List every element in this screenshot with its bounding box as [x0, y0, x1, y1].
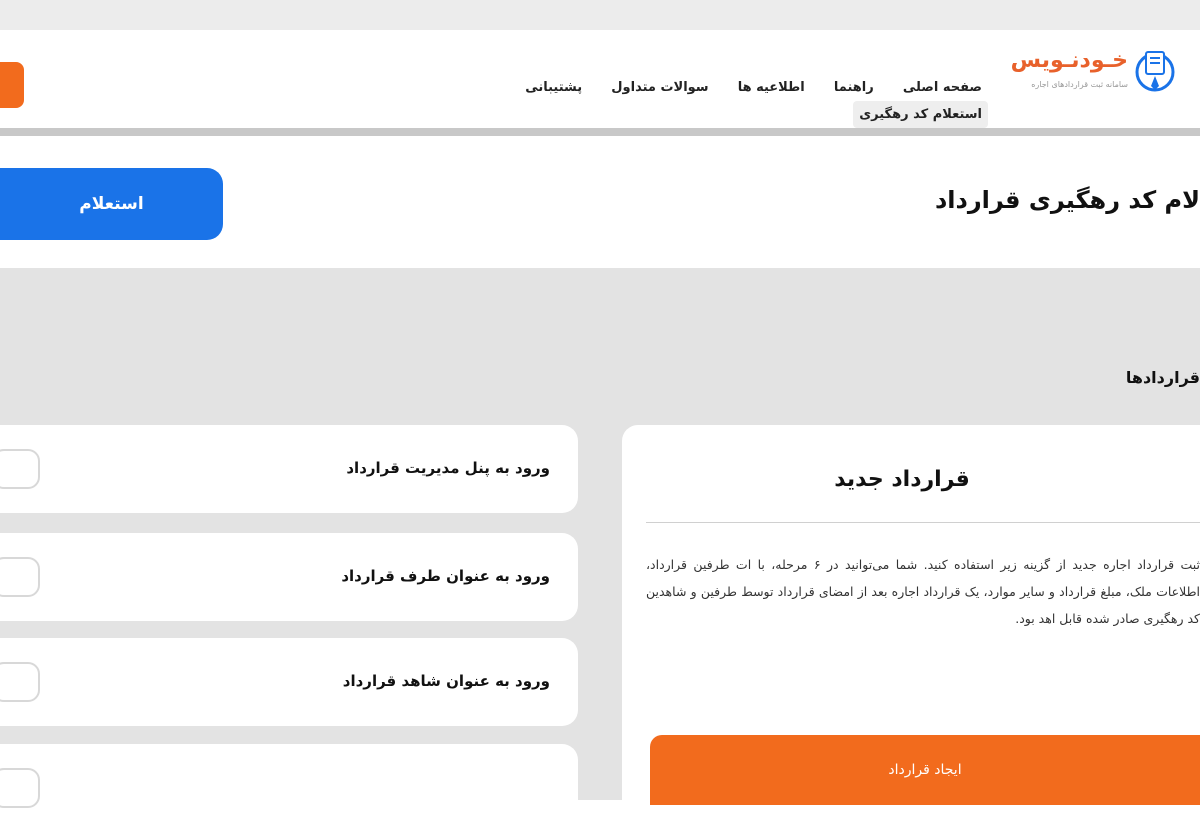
option-icon: [0, 768, 40, 808]
option-contract-witness[interactable]: ورود به عنوان شاهد قرارداد: [0, 638, 578, 726]
site-logo[interactable]: خـودنـویس سامانه ثبت قراردادهای اجاره: [1003, 48, 1188, 120]
new-contract-title: قرارداد جدید: [834, 467, 970, 492]
inquiry-button[interactable]: استعلام: [0, 168, 223, 240]
nav-guide[interactable]: راهنما: [828, 74, 880, 101]
main-nav: صفحه اصلی راهنما اطلاعیه ها سوالات متداو…: [420, 74, 988, 128]
option-label: ورود به عنوان طرف قرارداد: [341, 567, 550, 585]
header-login-button[interactable]: [0, 62, 24, 108]
option-more[interactable]: [0, 744, 578, 832]
option-manage-contract[interactable]: ورود به پنل مدیریت قرارداد: [0, 425, 578, 513]
option-icon: [0, 557, 40, 597]
page-title: لام کد رهگیری قرارداد: [934, 186, 1200, 214]
new-contract-card: قرارداد جدید ثبت قرارداد اجاره جدید از گ…: [622, 425, 1200, 805]
nav-support[interactable]: پشتیبانی: [519, 74, 588, 101]
logo-subtitle: سامانه ثبت قراردادهای اجاره: [1031, 80, 1128, 89]
nav-home[interactable]: صفحه اصلی: [897, 74, 988, 101]
option-icon: [0, 662, 40, 702]
option-label: ورود به عنوان شاهد قرارداد: [342, 672, 550, 690]
nav-faq[interactable]: سوالات متداول: [605, 74, 714, 101]
nav-announcements[interactable]: اطلاعیه ها: [732, 74, 811, 101]
option-contract-party[interactable]: ورود به عنوان طرف قرارداد: [0, 533, 578, 621]
option-icon: [0, 449, 40, 489]
create-contract-button[interactable]: ایجاد قرارداد: [650, 735, 1200, 805]
header-divider: [0, 128, 1200, 136]
nav-tracking-inquiry[interactable]: استعلام کد رهگیری: [853, 101, 988, 128]
contracts-section-title: قراردادها: [1125, 368, 1200, 387]
pen-document-icon: [1135, 51, 1175, 92]
site-header: صفحه اصلی راهنما اطلاعیه ها سوالات متداو…: [0, 0, 1200, 142]
new-contract-description: ثبت قرارداد اجاره جدید از گزینه زیر استف…: [646, 557, 1200, 626]
logo-text: خـودنـویس: [1010, 48, 1128, 73]
option-label: ورود به پنل مدیریت قرارداد: [346, 459, 550, 477]
card-divider: [646, 522, 1200, 523]
top-strip: [0, 0, 1200, 30]
